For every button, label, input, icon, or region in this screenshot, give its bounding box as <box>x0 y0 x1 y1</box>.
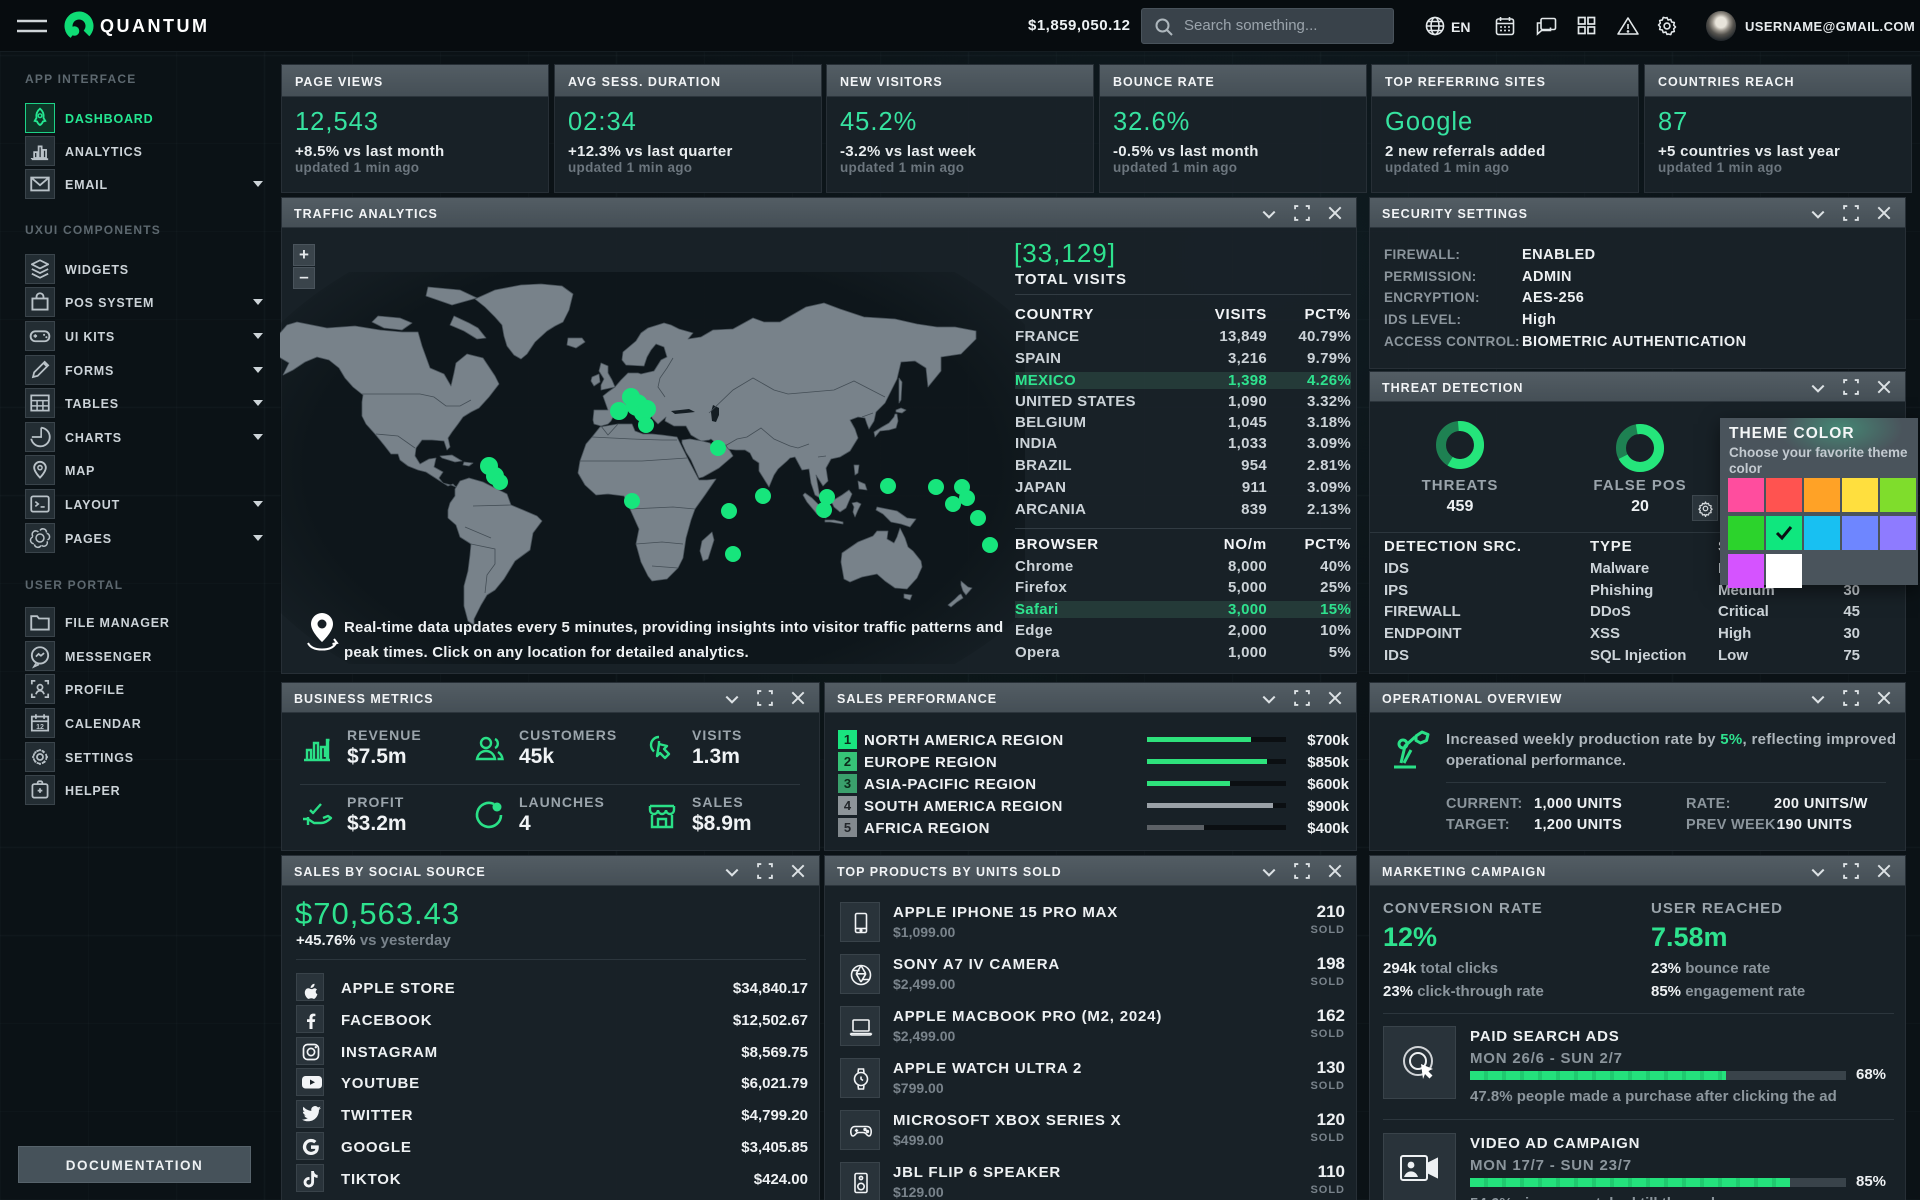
svg-text:12: 12 <box>36 724 44 731</box>
